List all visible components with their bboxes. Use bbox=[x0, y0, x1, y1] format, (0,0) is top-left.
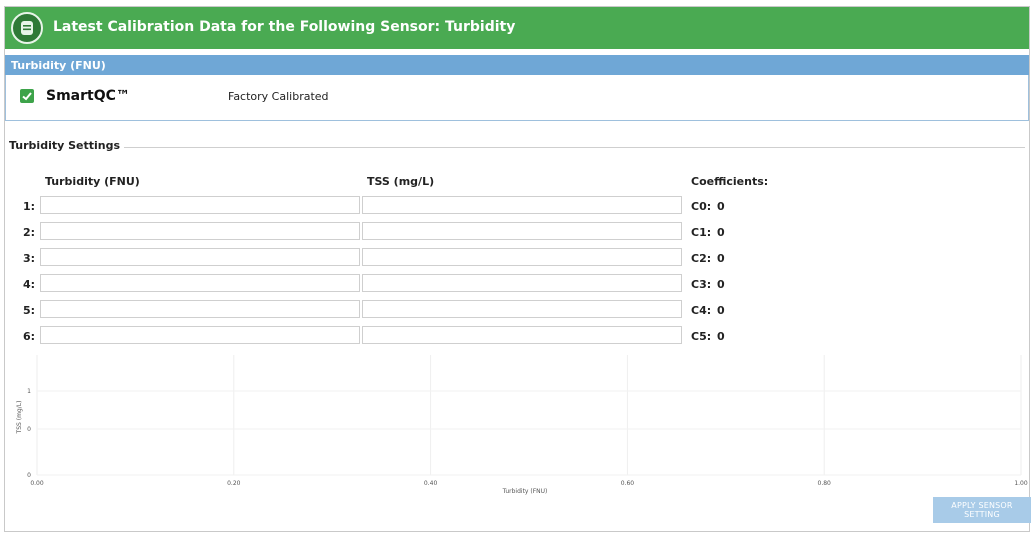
chart-x-tick-label: 0.40 bbox=[424, 480, 438, 487]
chart-y-axis-label: TSS (mg/L) bbox=[16, 401, 23, 435]
check-icon bbox=[22, 92, 32, 101]
chart-x-axis-label: Turbidity (FNU) bbox=[502, 488, 548, 495]
coefficient-value-c1: 0 bbox=[717, 226, 725, 239]
tss-column-header: TSS (mg/L) bbox=[367, 175, 435, 188]
apply-sensor-setting-button[interactable]: APPLY SENSOR SETTING bbox=[933, 497, 1031, 523]
chart-x-tick-label: 1.00 bbox=[1014, 480, 1028, 487]
coefficient-label-c1: C1: bbox=[691, 226, 712, 239]
turbidity-input-6[interactable] bbox=[40, 326, 360, 344]
chart-y-ticks: 0 0 1 bbox=[27, 388, 31, 479]
row-label-4: 4: bbox=[23, 278, 36, 291]
chart-y-tick-label: 0 bbox=[27, 426, 31, 433]
coefficient-value-c0: 0 bbox=[717, 200, 725, 213]
coefficient-label-c4: C4: bbox=[691, 304, 712, 317]
coefficient-label-c2: C2: bbox=[691, 252, 712, 265]
coefficients-header: Coefficients: bbox=[691, 175, 769, 188]
chart-y-tick-label: 1 bbox=[27, 388, 31, 395]
title-bar: Latest Calibration Data for the Followin… bbox=[5, 7, 1029, 49]
chart-x-tick-label: 0.80 bbox=[818, 480, 832, 487]
coefficient-value-c4: 0 bbox=[717, 304, 725, 317]
turbidity-input-5[interactable] bbox=[40, 300, 360, 318]
tss-input-1[interactable] bbox=[362, 196, 682, 214]
calibration-panel: Latest Calibration Data for the Followin… bbox=[4, 6, 1031, 532]
row-label-5: 5: bbox=[23, 304, 36, 317]
tss-input-4[interactable] bbox=[362, 274, 682, 292]
calibration-status: Factory Calibrated bbox=[228, 90, 329, 103]
calibration-chart: 0.00 0.20 0.40 0.60 0.80 1.00 0 0 1 Turbidity (… bbox=[16, 355, 1028, 495]
sensor-section-label: Turbidity (FNU) bbox=[11, 59, 106, 72]
coefficient-value-c5: 0 bbox=[717, 330, 725, 343]
smartqc-label: SmartQC™ bbox=[46, 88, 130, 104]
coefficient-label-c5: C5: bbox=[691, 330, 712, 343]
chart-x-tick-label: 0.20 bbox=[227, 480, 241, 487]
coefficient-value-c2: 0 bbox=[717, 252, 725, 265]
settings-divider bbox=[95, 147, 1025, 148]
tss-input-5[interactable] bbox=[362, 300, 682, 318]
settings-legend: Turbidity Settings bbox=[9, 139, 125, 152]
smartqc-checkbox[interactable] bbox=[20, 89, 34, 103]
sensor-icon bbox=[11, 12, 43, 44]
tss-input-6[interactable] bbox=[362, 326, 682, 344]
chart-y-tick-label: 0 bbox=[27, 472, 31, 479]
chart-gridlines bbox=[36, 355, 1022, 476]
coefficient-value-c3: 0 bbox=[717, 278, 725, 291]
tss-input-2[interactable] bbox=[362, 222, 682, 240]
row-label-2: 2: bbox=[23, 226, 36, 239]
coefficient-label-c0: C0: bbox=[691, 200, 712, 213]
row-label-6: 6: bbox=[23, 330, 36, 343]
chart-x-ticks: 0.00 0.20 0.40 0.60 0.80 1.00 bbox=[30, 480, 1028, 487]
turbidity-input-1[interactable] bbox=[40, 196, 360, 214]
row-label-1: 1: bbox=[23, 200, 36, 213]
tss-input-3[interactable] bbox=[362, 248, 682, 266]
coefficient-label-c3: C3: bbox=[691, 278, 712, 291]
chart-x-tick-label: 0.60 bbox=[621, 480, 635, 487]
turbidity-input-2[interactable] bbox=[40, 222, 360, 240]
turbidity-column-header: Turbidity (FNU) bbox=[45, 175, 140, 188]
sensor-section-header: Turbidity (FNU) bbox=[5, 55, 1029, 75]
row-label-3: 3: bbox=[23, 252, 36, 265]
turbidity-input-4[interactable] bbox=[40, 274, 360, 292]
page-title: Latest Calibration Data for the Followin… bbox=[53, 19, 516, 35]
smartqc-row: SmartQC™ Factory Calibrated bbox=[5, 75, 1029, 121]
chart-x-tick-label: 0.00 bbox=[30, 480, 44, 487]
turbidity-input-3[interactable] bbox=[40, 248, 360, 266]
